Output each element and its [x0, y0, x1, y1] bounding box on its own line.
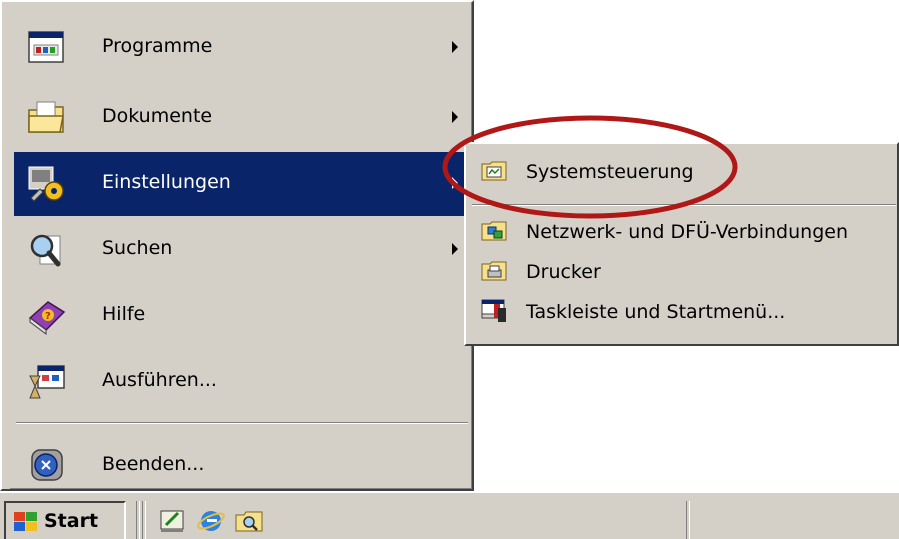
- taskbar-divider: [136, 501, 140, 539]
- control-panel-icon: [480, 158, 508, 184]
- taskbar: Start: [0, 491, 899, 539]
- documents-folder-icon: [26, 98, 68, 138]
- menu-item-label: Programme: [102, 35, 213, 57]
- submenu-item-label: Systemsteuerung: [526, 161, 694, 183]
- start-label: Start: [44, 510, 99, 532]
- start-button[interactable]: Start: [4, 501, 126, 539]
- search-magnifier-icon: [26, 230, 68, 270]
- menu-item-label: Dokumente: [102, 105, 213, 127]
- submenu-item-systemsteuerung[interactable]: Systemsteuerung: [470, 152, 898, 192]
- menu-item-label: Beenden...: [102, 453, 205, 475]
- menu-item-suchen[interactable]: Suchen: [14, 218, 470, 282]
- submenu-item-label: Drucker: [526, 261, 601, 283]
- menu-item-hilfe[interactable]: ? Hilfe: [14, 284, 470, 348]
- submenu-separator: [472, 204, 896, 206]
- submenu-arrow-icon: [452, 177, 458, 189]
- programs-icon: [26, 28, 68, 68]
- submenu-item-netzwerk[interactable]: Netzwerk- und DFÜ-Verbindungen: [470, 212, 898, 252]
- help-book-icon: ?: [26, 296, 68, 336]
- settings-submenu: Systemsteuerung Netzwerk- und DFÜ-Verbin…: [464, 142, 899, 346]
- settings-icon: [26, 164, 68, 204]
- network-connections-icon: [480, 218, 508, 244]
- run-icon: [26, 362, 68, 402]
- start-menu: Programme Dokumente Einstellungen Suchen…: [0, 0, 474, 491]
- menu-item-label: Hilfe: [102, 303, 146, 325]
- menu-item-beenden[interactable]: Beenden...: [14, 434, 470, 498]
- menu-separator: [16, 422, 468, 424]
- windows-logo-icon: [12, 509, 40, 535]
- taskbar-divider: [686, 501, 690, 539]
- internet-explorer-icon[interactable]: [196, 507, 226, 535]
- taskbar-icon: [480, 298, 508, 324]
- menu-item-label: Einstellungen: [102, 171, 231, 193]
- menu-item-programme[interactable]: Programme: [14, 16, 470, 80]
- menu-item-label: Suchen: [102, 237, 173, 259]
- menu-item-ausfuehren[interactable]: Ausführen...: [14, 350, 470, 414]
- menu-item-label: Ausführen...: [102, 369, 217, 391]
- submenu-arrow-icon: [452, 243, 458, 255]
- explorer-icon[interactable]: [234, 507, 264, 535]
- printers-folder-icon: [480, 258, 508, 284]
- submenu-item-taskleiste[interactable]: Taskleiste und Startmenü...: [470, 292, 898, 332]
- menu-item-einstellungen[interactable]: Einstellungen: [14, 152, 470, 216]
- submenu-item-label: Taskleiste und Startmenü...: [526, 301, 786, 323]
- start-menu-band: [2, 2, 10, 489]
- taskbar-divider: [142, 501, 146, 539]
- submenu-arrow-icon: [452, 111, 458, 123]
- menu-item-dokumente[interactable]: Dokumente: [14, 86, 470, 150]
- submenu-item-drucker[interactable]: Drucker: [470, 252, 898, 292]
- submenu-item-label: Netzwerk- und DFÜ-Verbindungen: [526, 221, 848, 243]
- shutdown-icon: [26, 446, 68, 486]
- show-desktop-icon[interactable]: [158, 507, 188, 535]
- submenu-arrow-icon: [452, 41, 458, 53]
- svg-text:?: ?: [45, 311, 51, 322]
